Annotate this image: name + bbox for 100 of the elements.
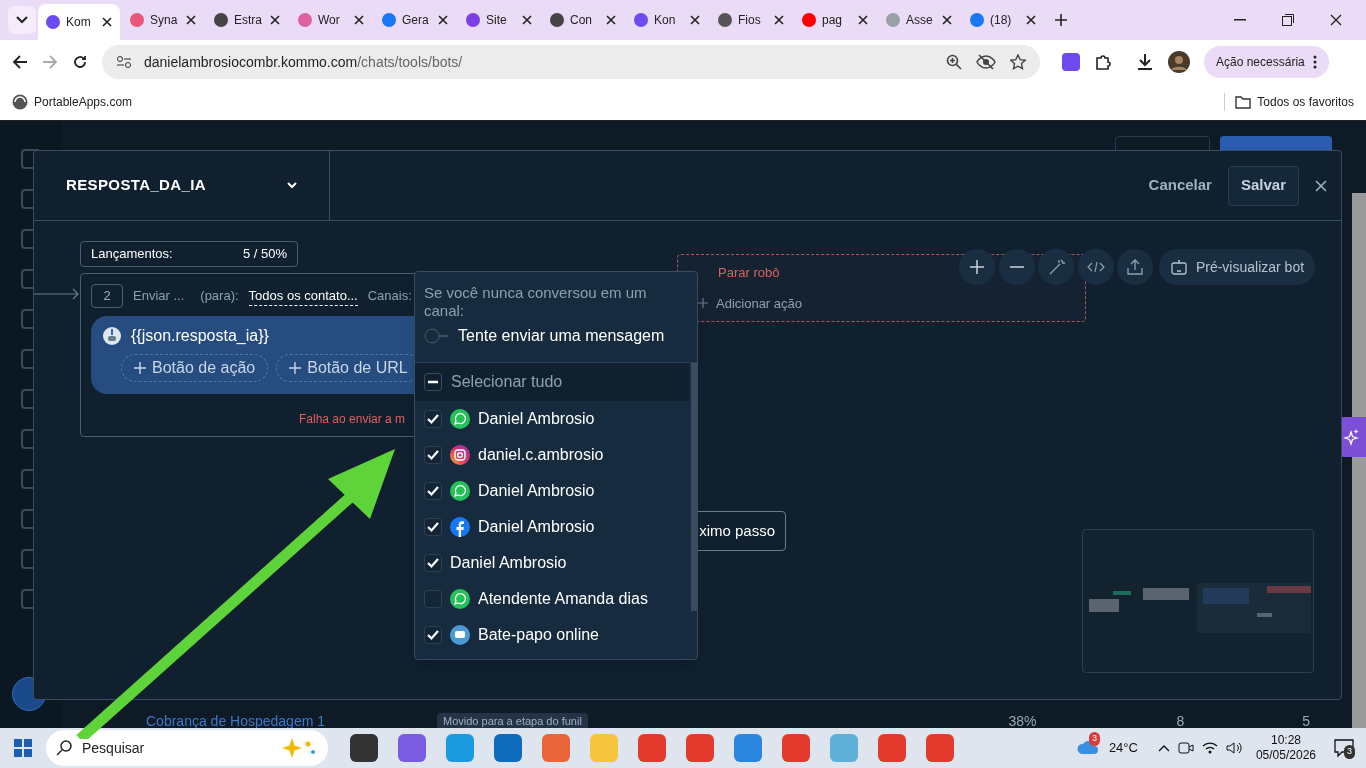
cancel-button[interactable]: Cancelar [1148,174,1212,197]
channel-name: Daniel Ambrosio [450,553,567,573]
channel-option[interactable]: Bate-papo online [415,617,697,653]
tab-search-button[interactable] [8,6,36,34]
canvas-tool-button[interactable] [1038,249,1074,285]
taskbar-search-field[interactable]: Pesquisar [46,730,328,766]
action-name[interactable]: Enviar ... [133,286,185,306]
canvas-tool-button[interactable] [999,249,1035,285]
close-icon[interactable] [438,15,448,25]
browser-tab[interactable]: Kon [626,4,708,36]
close-icon[interactable] [354,15,364,25]
tab-title: Con [570,12,593,29]
reload-icon[interactable] [72,54,88,70]
close-icon[interactable] [270,15,280,25]
channel-name: daniel.c.ambrosio [478,445,604,465]
checkbox-icon[interactable] [424,446,442,464]
back-icon[interactable] [12,54,28,70]
canvas-tool-button[interactable] [959,249,995,285]
address-field[interactable]: danielambrosiocombr.kommo.com/chats/tools/bots/ [102,45,1040,79]
clock[interactable]: 10:28 05/05/2026 [1255,733,1316,763]
zoom-icon[interactable] [946,54,962,70]
pipeline-name[interactable]: Cobrança de Hospedagem 1 [146,711,325,732]
channel-option[interactable]: Daniel Ambrosio [415,473,697,509]
more-icon [1312,55,1317,69]
toggle-icon [424,328,450,344]
browser-tab[interactable]: Syna [122,4,204,36]
close-icon[interactable] [1330,14,1342,26]
bot-name-dropdown[interactable]: RESPOSTA_DA_IA [34,151,330,220]
channel-name: Atendente Amanda dias [478,589,648,609]
stage-tag: Movido para a etapa do funil [437,713,588,730]
canvas-tool-button[interactable] [1078,249,1114,285]
site-settings-icon[interactable] [116,55,132,69]
new-tab-icon[interactable] [1054,13,1068,27]
close-icon[interactable] [522,15,532,25]
action-needed-button[interactable]: Ação necessária [1204,46,1329,78]
browser-tab[interactable]: Asse [878,4,960,36]
checkbox-icon[interactable] [424,482,442,500]
star-icon[interactable] [1010,54,1026,70]
browser-tab[interactable]: Site [458,4,540,36]
canvas-tool-button[interactable] [1117,249,1153,285]
avatar-icon[interactable] [1168,51,1190,73]
magic-wand-icon [1047,258,1065,276]
checkbox-icon[interactable] [424,626,442,644]
error-text: Falha ao enviar a m [299,412,406,426]
close-icon[interactable] [186,15,196,25]
close-icon[interactable] [1315,179,1327,192]
chevron-up-icon[interactable] [1157,744,1170,752]
windows-start-icon[interactable] [14,739,32,757]
camera-icon[interactable] [1177,741,1194,755]
close-icon[interactable] [774,15,784,25]
checkbox-icon[interactable] [424,410,442,428]
browser-tab[interactable]: Estra [206,4,288,36]
save-button[interactable]: Salvar [1227,165,1299,206]
page-scrollbar[interactable] [1352,193,1366,729]
recipient-link[interactable]: Todos os contato... [248,285,358,307]
eye-slash-icon[interactable] [976,54,996,70]
browser-tab[interactable]: Wor [290,4,372,36]
checkbox-icon[interactable] [424,590,442,608]
close-icon[interactable] [102,17,112,27]
add-action-link[interactable]: Adicionar ação [716,293,802,313]
search-input[interactable]: Pesquisar [82,737,242,759]
launches-value: 5 / 50% [242,245,287,264]
count-text: 8 [1176,712,1185,731]
notification-icon[interactable] [1334,739,1354,757]
browser-tab[interactable]: Fios [710,4,792,36]
tab-title: Gera [402,12,430,29]
tab-title: Asse [906,12,934,29]
browser-tab[interactable]: Gera [374,4,456,36]
minimap[interactable] [1082,529,1314,673]
channel-option[interactable]: daniel.c.ambrosio [415,437,697,473]
close-icon[interactable] [1026,15,1036,25]
channel-name: Bate-papo online [478,625,599,645]
browser-tab[interactable]: (18) [962,4,1044,36]
bookmark[interactable]: PortableApps.com [12,93,133,111]
preview-bot-button[interactable]: Pré-visualizar bot [1159,249,1315,285]
wifi-icon[interactable] [1201,741,1218,755]
browser-tab[interactable]: Kom [38,4,120,40]
checkbox-icon[interactable] [424,554,442,572]
time-text: 10:28 [1270,733,1301,748]
restore-icon[interactable] [1282,14,1294,26]
checkbox-icon[interactable] [424,518,442,536]
search-icon [56,740,72,756]
puzzle-icon[interactable] [1094,53,1112,71]
select-all-row[interactable]: Selecionar tudo [415,363,689,401]
minimize-icon[interactable] [1234,19,1246,21]
whatsapp-icon [450,481,470,501]
tab-title: Site [486,12,508,29]
dropdown-scrollbar[interactable] [691,363,697,611]
close-icon[interactable] [606,15,616,25]
extension-icon[interactable] [1062,53,1080,71]
close-icon[interactable] [690,15,700,25]
browser-tab[interactable]: pag [794,4,876,36]
browser-tab[interactable]: Con [542,4,624,36]
close-icon[interactable] [858,15,868,25]
volume-icon[interactable] [1225,741,1242,755]
all-bookmarks[interactable]: Todos os favoritos [1235,93,1354,111]
export-icon [1126,258,1144,276]
download-icon[interactable] [1136,53,1154,71]
channel-option[interactable]: Atendente Amanda dias [415,581,697,617]
close-icon[interactable] [942,15,952,25]
